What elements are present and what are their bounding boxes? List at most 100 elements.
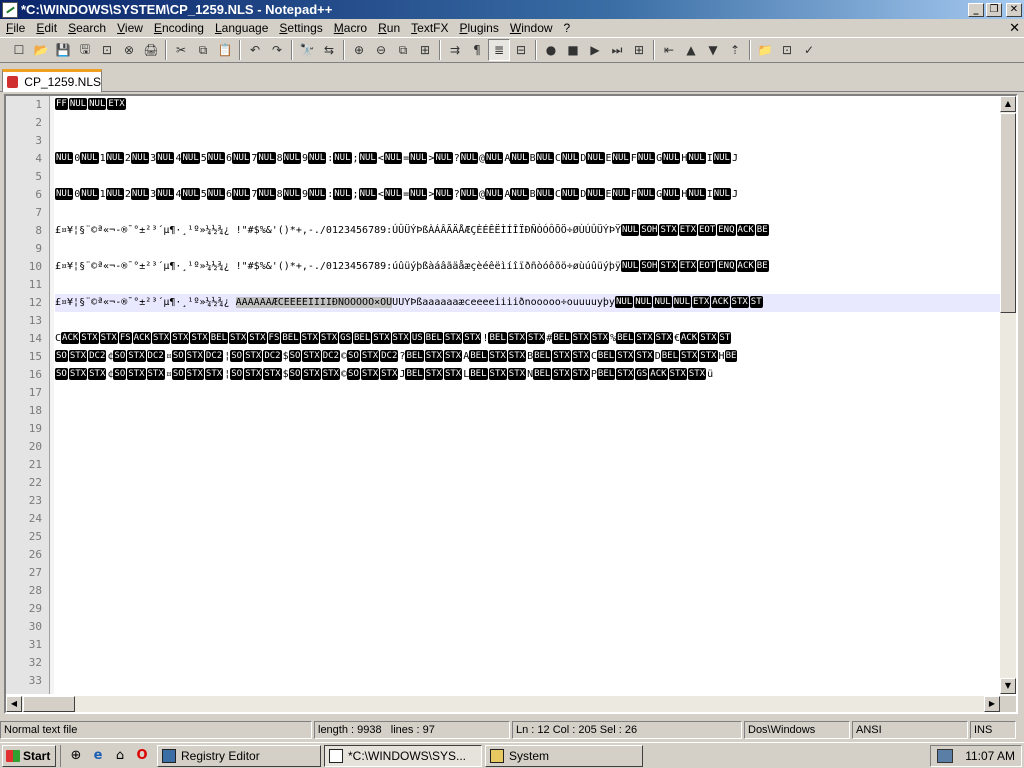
toolbar-button-icon[interactable]: ⇡: [724, 39, 746, 61]
clock[interactable]: 11:07 AM: [965, 749, 1015, 763]
close-window-button[interactable]: ✕: [1006, 2, 1022, 17]
menu-window[interactable]: Window: [504, 21, 558, 35]
vertical-scrollbar[interactable]: ▲ ▼: [1000, 96, 1016, 694]
toolbar-button-icon[interactable]: 🖫: [74, 39, 96, 61]
registry-editor-icon: [162, 748, 176, 763]
toolbar-button-icon[interactable]: ¶: [466, 39, 488, 61]
toolbar-button-icon[interactable]: 📂: [30, 39, 52, 61]
toolbar-button-icon[interactable]: ⊡: [96, 39, 118, 61]
code-line[interactable]: SO STX DC2 ¢SO STX DC2 ¤SO STX DC2 ¦SO STX DC2 $SO ST…: [55, 348, 738, 366]
network-icon[interactable]: [937, 748, 954, 763]
code-line[interactable]: NUL 0NUL 1NUL 2NUL 3NUL 4NUL 5NUL 6NUL 7NUL 8NUL 9…: [55, 186, 738, 204]
status-bar: Normal text file length : 9938 lines : 9…: [0, 720, 1024, 740]
toolbar-button-icon[interactable]: ⧉: [192, 39, 214, 61]
control-char-badge: STX: [616, 350, 635, 362]
code-line[interactable]: £¤¥¦§¨©ª«¬-®¯°±²³´µ¶·¸¹º»¼½¾¿ !"#$%&'()*…: [55, 258, 770, 276]
control-char-badge: STX: [244, 368, 263, 380]
code-line[interactable]: SO STX STX ¢SO STX STX ¤SO STX STX ¦SO STX STX $SO ST…: [55, 366, 713, 384]
toolbar-button-icon[interactable]: ≣: [488, 39, 510, 61]
menu-file[interactable]: File: [0, 21, 30, 35]
quicklaunch-icon-1[interactable]: ⊕: [67, 747, 85, 765]
task-system[interactable]: System: [485, 744, 643, 767]
show-desktop-icon[interactable]: ⌂: [111, 747, 129, 765]
task-notepad-plus-plus[interactable]: *C:\WINDOWS\SYS...: [324, 744, 482, 767]
editor-pane[interactable]: 1 2 3 4 5 6 7 8 9 10 11 12 13 14 15 16 17 18 19 20 21 22 23 24 2…: [4, 94, 1018, 714]
code-line[interactable]: FF NUL NUL ETX: [55, 96, 127, 114]
toolbar-button-icon[interactable]: 💾: [52, 39, 74, 61]
toolbar-button-icon[interactable]: ▶: [584, 39, 606, 61]
status-length: length : 9938: [318, 724, 382, 736]
status-eol[interactable]: Dos\Windows: [744, 721, 850, 739]
toolbar-button-icon[interactable]: ✂: [170, 39, 192, 61]
toolbar-button-icon[interactable]: ●: [540, 39, 562, 61]
menu-language[interactable]: Language: [209, 21, 273, 35]
toolbar-button-icon[interactable]: ⊞: [628, 39, 650, 61]
code-line[interactable]: CACK STX STX FS ACK STX STX STX BEL STX STX FS BEL ST…: [55, 330, 732, 348]
vertical-scroll-thumb[interactable]: [1000, 113, 1016, 313]
toolbar-button-icon[interactable]: 📁: [754, 39, 776, 61]
control-char-badge: US: [410, 332, 424, 344]
toolbar-button-icon[interactable]: ⏭: [606, 39, 628, 61]
toolbar-button-icon[interactable]: ⇉: [444, 39, 466, 61]
menu-search[interactable]: Search: [62, 21, 111, 35]
control-char-badge: BEL: [353, 332, 372, 344]
scroll-right-button[interactable]: ▶: [984, 696, 1000, 712]
horizontal-scroll-thumb[interactable]: [23, 696, 75, 712]
minimize-button[interactable]: _: [968, 2, 984, 17]
control-char-badge: SO: [171, 350, 185, 362]
control-char-badge: NUL: [383, 152, 403, 164]
toolbar-button-icon[interactable]: 🔭: [296, 39, 318, 61]
opera-icon[interactable]: O: [133, 747, 151, 765]
toolbar-button-icon[interactable]: ▼: [702, 39, 724, 61]
toolbar-button-icon[interactable]: ▲: [680, 39, 702, 61]
toolbar-button-icon[interactable]: ⊕: [348, 39, 370, 61]
menu-macro[interactable]: Macro: [328, 21, 372, 35]
code-line[interactable]: £¤¥¦§¨©ª«¬-®¯°±²³´µ¶·¸¹º»¼½¾¿ !"#$%&'()*…: [55, 222, 770, 240]
menu-help[interactable]: ?: [558, 21, 576, 35]
maximize-button[interactable]: ❐: [986, 2, 1002, 17]
line-number: 31: [28, 638, 42, 651]
task-registry-editor[interactable]: Registry Editor: [157, 744, 321, 767]
menu-plugins[interactable]: Plugins: [453, 21, 503, 35]
horizontal-scrollbar[interactable]: ◀ ▶: [6, 696, 1000, 712]
code-line[interactable]: £¤¥¦§¨©ª«¬-®¯°±²³´µ¶·¸¹º»¼½¾¿ AAAAAAÆCEE…: [55, 294, 1000, 312]
status-encoding[interactable]: ANSI: [852, 721, 968, 739]
menu-settings[interactable]: Settings: [273, 21, 327, 35]
menu-run[interactable]: Run: [372, 21, 405, 35]
toolbar-button-icon[interactable]: 🖨: [140, 39, 162, 61]
toolbar-button-icon[interactable]: ☐: [8, 39, 30, 61]
status-insert-mode[interactable]: INS: [970, 721, 1016, 739]
notepad-plus-plus-icon[interactable]: [2, 1, 18, 18]
code-line[interactable]: NUL 0NUL 1NUL 2NUL 3NUL 4NUL 5NUL 6NUL 7NUL 8NUL 9…: [55, 150, 738, 168]
toolbar-button-icon[interactable]: ✓: [798, 39, 820, 61]
menu-textfx[interactable]: TextFX: [405, 21, 453, 35]
control-char-badge: ACK: [679, 332, 699, 344]
toolbar-button-icon[interactable]: ⧉: [392, 39, 414, 61]
toolbar-button-icon[interactable]: ⊖: [370, 39, 392, 61]
toolbar-button-icon[interactable]: ⊞: [414, 39, 436, 61]
toolbar-button-icon[interactable]: ↶: [244, 39, 266, 61]
scroll-up-button[interactable]: ▲: [1000, 96, 1016, 112]
toolbar-button-icon[interactable]: ⇤: [658, 39, 680, 61]
internet-explorer-icon[interactable]: e: [89, 747, 107, 765]
control-char-badge: DC2: [321, 350, 340, 362]
close-document-icon[interactable]: ✕: [1009, 20, 1020, 36]
scroll-down-button[interactable]: ▼: [1000, 678, 1016, 694]
status-lines: lines : 97: [390, 724, 435, 736]
toolbar-separator: [653, 40, 655, 60]
menu-edit[interactable]: Edit: [30, 21, 62, 35]
toolbar-button-icon[interactable]: ⇆: [318, 39, 340, 61]
tab-cp1259-nls[interactable]: CP_1259.NLS: [2, 69, 102, 92]
toolbar-button-icon[interactable]: ⊟: [510, 39, 532, 61]
toolbar-button-icon[interactable]: ■: [562, 39, 584, 61]
start-button[interactable]: Start: [2, 744, 56, 767]
text-run: F: [630, 189, 637, 200]
menu-encoding[interactable]: Encoding: [148, 21, 209, 35]
toolbar-button-icon[interactable]: 📋: [214, 39, 236, 61]
toolbar-button-icon[interactable]: ↷: [266, 39, 288, 61]
text-area[interactable]: FF NUL NUL ETX NUL 0NUL 1NUL 2NUL 3NUL 4NUL 5NUL 6N…: [55, 96, 1000, 694]
menu-view[interactable]: View: [111, 21, 148, 35]
toolbar-button-icon[interactable]: ⊗: [118, 39, 140, 61]
scroll-left-button[interactable]: ◀: [6, 696, 22, 712]
toolbar-button-icon[interactable]: ⊡: [776, 39, 798, 61]
